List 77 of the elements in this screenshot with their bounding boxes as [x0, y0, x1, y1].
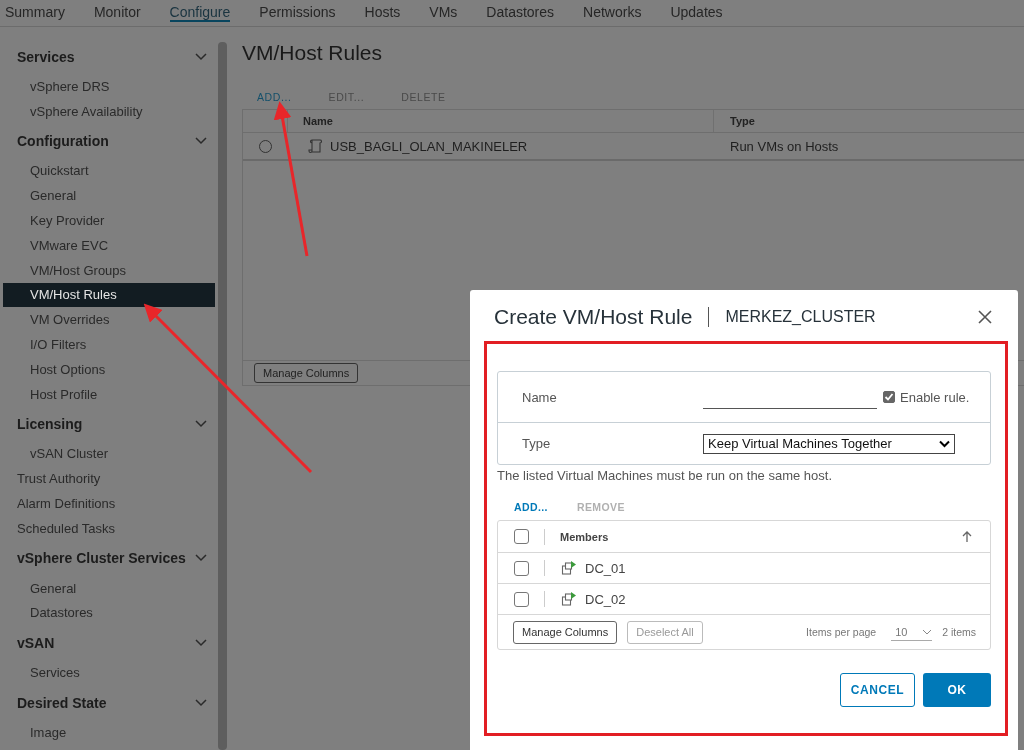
sidebar-group[interactable]: Services: [3, 39, 215, 74]
caret-icon: [939, 439, 950, 448]
sort-arrow-icon[interactable]: [962, 530, 972, 543]
table-cell: Run VMs on Hosts: [730, 138, 839, 154]
sidebar-item[interactable]: Services: [3, 660, 215, 686]
sidebar-item[interactable]: Alarm Definitions: [3, 491, 215, 516]
field-label: Name: [522, 389, 558, 405]
sidebar-item[interactable]: VM/Host Rules: [3, 282, 215, 308]
sidebar-group[interactable]: vSphere Cluster Services: [3, 540, 215, 576]
chevron-icon: [195, 698, 207, 707]
grid-footer-button[interactable]: Manage Columns: [513, 620, 618, 644]
nav-tab[interactable]: Configure: [169, 0, 231, 22]
sidebar-item[interactable]: vSphere Availability: [3, 98, 215, 124]
sidebar-item[interactable]: vSphere DRS: [3, 74, 215, 99]
column-header[interactable]: Type: [714, 115, 755, 127]
sidebar-item[interactable]: vSAN Cluster: [3, 441, 215, 467]
sidebar-item[interactable]: VM Overrides: [3, 307, 215, 333]
field-label: Type: [522, 436, 552, 451]
chevron-icon: [195, 638, 207, 647]
sidebar-group[interactable]: Desired State: [3, 685, 215, 721]
column-header[interactable]: Name: [288, 110, 714, 132]
ok-button[interactable]: OK: [923, 673, 991, 707]
checkbox[interactable]: [513, 591, 529, 607]
items-per-page-label: Items per page: [806, 626, 877, 638]
sidebar-item[interactable]: Quickstart: [3, 158, 215, 184]
toolbar-action[interactable]: ADD...: [257, 85, 292, 109]
rule-description: The listed Virtual Machines must be run on the same host.: [497, 468, 834, 483]
caret-icon: [922, 629, 933, 635]
checkbox[interactable]: [513, 560, 529, 576]
item-count: 2 items: [942, 626, 976, 638]
nav-tab[interactable]: Updates: [670, 0, 723, 22]
chevron-icon: [195, 554, 207, 563]
chevron-icon: [195, 52, 207, 61]
sidebar-item[interactable]: Key Provider: [3, 208, 215, 233]
dialog-title: Create VM/Host Rule: [494, 304, 693, 329]
sidebar-item[interactable]: VM/Host Groups: [3, 257, 215, 283]
sidebar-group[interactable]: vSAN: [3, 625, 215, 661]
items-per-page-dropdown[interactable]: 10: [891, 623, 933, 641]
sidebar-item[interactable]: Scheduled Tasks: [3, 515, 215, 541]
vm-icon: [561, 591, 577, 607]
table-cell: USB_BAGLI_OLAN_MAKINELER: [330, 138, 528, 154]
sidebar-item[interactable]: Datastores: [3, 600, 215, 626]
manage-columns-button[interactable]: Manage Columns: [254, 363, 359, 383]
nav-tab[interactable]: Hosts: [364, 0, 401, 22]
nav-tab[interactable]: Summary: [5, 0, 65, 22]
nav-tab[interactable]: Datastores: [486, 0, 555, 22]
scrollbar[interactable]: [218, 42, 227, 750]
column-header[interactable]: Members: [545, 530, 609, 543]
chevron-icon: [195, 137, 207, 146]
sidebar-item[interactable]: Host Profile: [3, 381, 215, 407]
sidebar-item[interactable]: General: [3, 183, 215, 209]
table-cell: DC_01: [585, 560, 626, 576]
cancel-button[interactable]: CANCEL: [840, 673, 915, 707]
sidebar-group[interactable]: Configuration: [3, 123, 215, 159]
vm-icon: [561, 560, 577, 576]
sidebar-item[interactable]: Host Options: [3, 356, 215, 382]
nav-tab[interactable]: VMs: [429, 0, 458, 22]
nav-tab[interactable]: Monitor: [93, 0, 141, 22]
chevron-icon: [195, 420, 207, 429]
toolbar-action[interactable]: ADD...: [514, 500, 548, 513]
checkbox-label: Enable rule.: [900, 389, 970, 405]
sidebar-item[interactable]: VMware EVC: [3, 233, 215, 258]
checkbox[interactable]: [513, 529, 529, 544]
close-icon[interactable]: [978, 309, 992, 324]
type-dropdown[interactable]: Keep Virtual Machines Together: [703, 433, 955, 454]
checkbox[interactable]: [883, 391, 895, 403]
nav-tab[interactable]: Networks: [583, 0, 642, 22]
dialog-subtitle: MERKEZ_CLUSTER: [725, 307, 876, 326]
sidebar-item[interactable]: Trust Authority: [3, 466, 215, 492]
scroll-icon: [308, 138, 322, 154]
table-cell: DC_02: [585, 591, 626, 607]
sidebar-item[interactable]: General: [3, 575, 215, 601]
sidebar-item[interactable]: Image: [3, 720, 215, 745]
page-title: VM/Host Rules: [242, 41, 384, 66]
nav-tab[interactable]: Permissions: [259, 0, 336, 22]
sidebar-group[interactable]: Licensing: [3, 406, 215, 442]
sidebar-item[interactable]: I/O Filters: [3, 332, 215, 357]
